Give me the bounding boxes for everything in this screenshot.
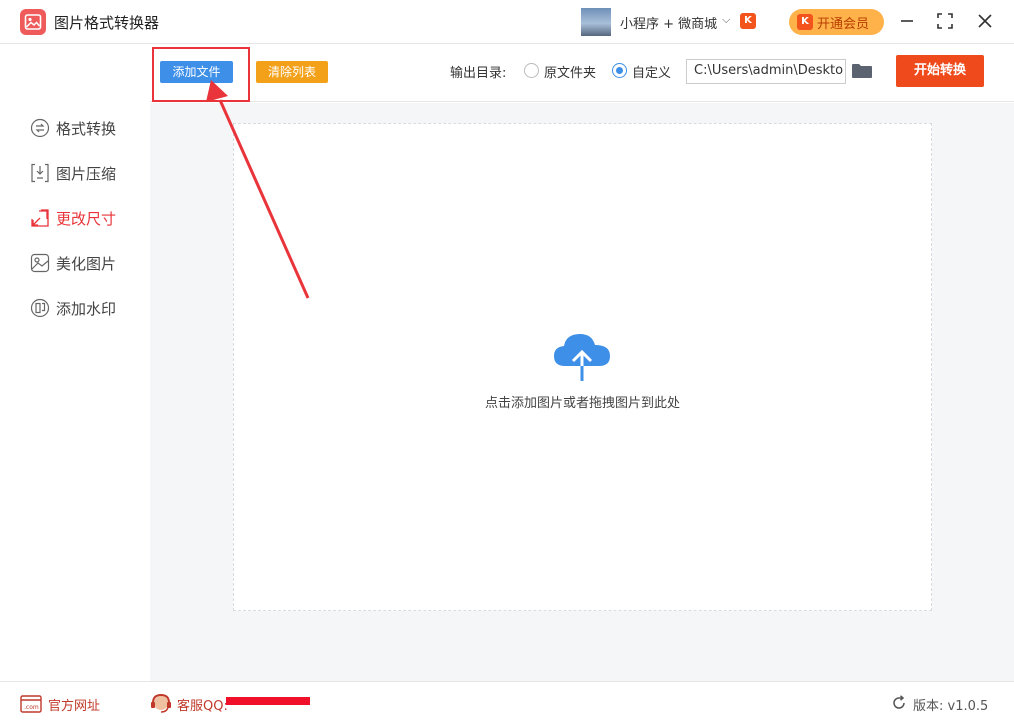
radio-source-folder-label[interactable]: 原文件夹 xyxy=(544,62,596,81)
svg-text:.com: .com xyxy=(24,704,39,711)
folder-icon[interactable] xyxy=(851,63,873,79)
miniprogram-link[interactable]: 小程序 + 微商城 xyxy=(620,13,717,32)
radio-custom[interactable] xyxy=(612,63,627,78)
start-convert-button[interactable]: 开始转换 xyxy=(896,55,984,87)
sidebar-item-label: 添加水印 xyxy=(56,300,117,318)
cloud-upload-icon[interactable] xyxy=(551,330,613,382)
sidebar-item-format-convert[interactable]: 格式转换 xyxy=(30,116,140,140)
vip-k-icon: K xyxy=(797,14,813,30)
customer-service-icon[interactable] xyxy=(149,692,173,716)
app-title: 图片格式转换器 xyxy=(54,14,160,32)
close-button[interactable] xyxy=(974,10,996,32)
sidebar-item-watermark[interactable]: 添加水印 xyxy=(30,296,140,320)
sidebar-item-label: 格式转换 xyxy=(56,120,117,138)
minimize-button[interactable] xyxy=(896,10,918,32)
chevron-down-icon[interactable]: ⌵ xyxy=(722,13,730,27)
sidebar-item-label: 美化图片 xyxy=(56,255,117,273)
vip-button[interactable]: K 开通会员 xyxy=(789,9,884,35)
sidebar-item-label: 图片压缩 xyxy=(56,165,117,183)
sidebar-item-beautify[interactable]: 美化图片 xyxy=(30,251,140,275)
beautify-icon xyxy=(30,253,50,273)
sidebar-item-resize[interactable]: 更改尺寸 xyxy=(30,206,140,230)
sidebar-item-label: 更改尺寸 xyxy=(56,210,117,228)
version-label: 版本: v1.0.5 xyxy=(913,699,989,714)
app-logo-icon xyxy=(20,9,46,35)
website-icon[interactable]: .com xyxy=(20,695,42,713)
maximize-button[interactable] xyxy=(934,10,956,32)
swap-icon xyxy=(30,118,50,138)
output-path-input[interactable]: C:\Users\admin\Deskto xyxy=(686,59,846,84)
sidebar-item-compress[interactable]: 图片压缩 xyxy=(30,161,140,185)
watermark-icon xyxy=(30,298,50,318)
radio-custom-label[interactable]: 自定义 xyxy=(632,62,671,81)
miniprogram-thumbnail[interactable] xyxy=(581,8,611,36)
support-qq-label: 客服QQ: xyxy=(177,699,228,714)
drop-hint-text: 点击添加图片或者拖拽图片到此处 xyxy=(484,396,680,411)
redaction-bar xyxy=(226,697,310,705)
compress-icon xyxy=(31,163,49,183)
clear-list-button[interactable]: 清除列表 xyxy=(256,61,328,83)
vip-label: 开通会员 xyxy=(817,17,870,32)
title-bar: 图片格式转换器 小程序 + 微商城 ⌵ K K 开通会员 xyxy=(0,0,1014,44)
refresh-icon[interactable] xyxy=(891,695,907,711)
radio-source-folder[interactable] xyxy=(524,63,539,78)
official-website-link[interactable]: 官方网址 xyxy=(48,695,100,714)
brand-k-icon: K xyxy=(740,13,756,29)
highlight-box xyxy=(152,47,250,102)
resize-icon xyxy=(31,209,49,227)
output-dir-label: 输出目录: xyxy=(450,66,507,81)
